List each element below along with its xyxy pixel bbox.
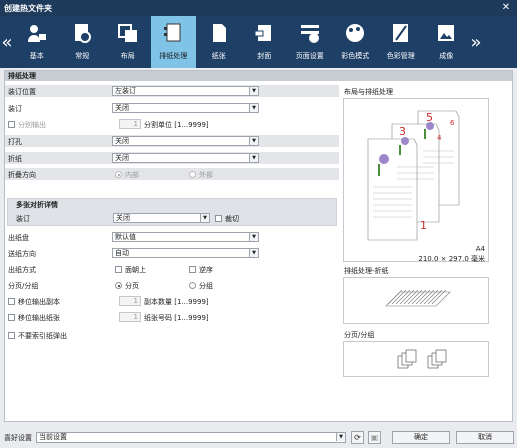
no-tab-eject-row: 不要索引纸弹出 [5, 329, 339, 341]
close-icon[interactable]: ✕ [499, 1, 513, 15]
staple-select[interactable]: 关闭 ▼ [112, 103, 259, 113]
punch-row: 打孔 关闭 ▼ [5, 135, 339, 147]
shift-copies-checkbox[interactable] [8, 298, 15, 305]
chevron-down-icon: ▼ [249, 233, 258, 241]
page-number: 3 [399, 125, 406, 138]
tab-bar: « 基本 常规 布局 排纸处理 纸张 封面 页面设置 彩色模式 色彩管理 成像 … [0, 16, 517, 68]
shift-copies-spinner[interactable]: 1 [119, 296, 141, 306]
gear-document-icon [75, 24, 92, 43]
tab-general[interactable]: 常规 [60, 16, 106, 68]
output-tray-row: 出纸盘 默认值 ▼ [5, 231, 339, 243]
punch-select[interactable]: 关闭 ▼ [112, 136, 259, 146]
finishing-icon [164, 23, 181, 42]
user-lock-icon [27, 25, 46, 42]
sort-group-row: 分页/分组 分页 分组 [8, 282, 213, 290]
layout-preview: 5 3 1 6 4 A4 210.0 × 297.0 毫米 [343, 98, 489, 263]
face-up-checkbox[interactable] [115, 266, 122, 273]
offset-row: 分别输出 1 分割单位 [1...9999] [5, 118, 339, 130]
cancel-button[interactable]: 取消 [456, 431, 514, 444]
chevron-down-icon: ▼ [249, 154, 258, 162]
multi-fold-staple-select[interactable]: 关闭 ▼ [113, 213, 210, 223]
fold-row: 折纸 关闭 ▼ [5, 152, 339, 164]
collate-illustration [397, 349, 447, 369]
page-number: 6 [450, 119, 455, 127]
offset-checkbox[interactable] [8, 121, 15, 128]
chevron-down-icon: ▼ [336, 433, 345, 441]
fold-preview [343, 277, 489, 324]
tab-layout[interactable]: 布局 [105, 16, 151, 68]
footer-bar: 喜好设置 当前设置 ▼ ⟳ ▣ 确定 取消 [0, 424, 517, 448]
tab-page-setup[interactable]: 页面设置 [287, 16, 333, 68]
trim-checkbox[interactable] [215, 215, 222, 222]
feed-direction-select[interactable]: 自动 ▼ [112, 248, 259, 258]
tab-color-mode[interactable]: 彩色模式 [333, 16, 379, 68]
page-number: 4 [437, 134, 442, 142]
binding-position-select[interactable]: 左装订 ▼ [112, 86, 259, 96]
refresh-icon[interactable]: ⟳ [351, 431, 364, 444]
page-number: 1 [420, 219, 427, 232]
fold-select[interactable]: 关闭 ▼ [112, 153, 259, 163]
finishing-panel: 排纸处理 装订位置 左装订 ▼ 装订 关闭 ▼ 分别输出 1 分割单位 [1...9… [4, 70, 513, 422]
window-titlebar: 创建热文件夹 ✕ [0, 0, 517, 16]
paper-icon [212, 24, 226, 42]
scroll-right-icon[interactable]: » [469, 16, 483, 68]
tab-color-management[interactable]: 色彩管理 [378, 16, 424, 68]
group-radio[interactable] [189, 282, 196, 289]
chevron-down-icon: ▼ [200, 214, 209, 222]
shift-sheets-checkbox[interactable] [8, 314, 15, 321]
preview-pane: 布局与排纸处理 5 3 1 6 4 A4 210.0 × 297.0 毫米 排纸… [343, 81, 511, 421]
feed-direction-row: 送纸方向 自动 ▼ [5, 247, 339, 259]
staple-row: 装订 关闭 ▼ [5, 102, 339, 114]
fold-outside-radio[interactable] [189, 171, 196, 178]
offset-spinner[interactable]: 1 [119, 119, 141, 129]
window-title: 创建热文件夹 [4, 3, 52, 13]
chevron-down-icon: ▼ [249, 87, 258, 95]
imaging-icon [438, 25, 455, 41]
sort-radio[interactable] [115, 282, 122, 289]
fold-inside-radio[interactable] [115, 171, 122, 178]
layout-icon [117, 24, 137, 42]
settings-form: 装订位置 左装订 ▼ 装订 关闭 ▼ 分别输出 1 分割单位 [1...9999] … [5, 81, 339, 421]
chevron-down-icon: ▼ [249, 137, 258, 145]
palette-icon [346, 24, 365, 42]
fold-illustration [385, 289, 451, 307]
chevron-down-icon: ▼ [249, 249, 258, 257]
no-tab-eject-checkbox[interactable] [8, 332, 15, 339]
shift-sheets-spinner[interactable]: 1 [119, 312, 141, 322]
chevron-down-icon: ▼ [249, 104, 258, 112]
reverse-order-checkbox[interactable] [189, 266, 196, 273]
save-icon[interactable]: ▣ [368, 431, 381, 444]
multi-fold-group: 多张对折详情 装订 关闭 ▼ 裁切 [7, 198, 337, 226]
ok-button[interactable]: 确定 [392, 431, 450, 444]
page-number: 5 [426, 111, 433, 124]
page-setup-icon [300, 25, 319, 43]
page-stack-illustration: 5 3 1 6 4 [367, 110, 460, 241]
color-management-icon [392, 24, 408, 42]
cover-icon [254, 25, 272, 41]
tab-paper[interactable]: 纸张 [196, 16, 242, 68]
output-tray-select[interactable]: 默认值 ▼ [112, 232, 259, 242]
tab-finishing[interactable]: 排纸处理 [150, 16, 196, 68]
shift-copies-row: 移位输出副本 1 副本数量 [1...9999] [5, 295, 339, 307]
binding-position-row: 装订位置 左装订 ▼ [5, 85, 339, 97]
tab-basic[interactable]: 基本 [14, 16, 60, 68]
favorites-select[interactable]: 当前设置 ▼ [36, 432, 346, 443]
sort-preview [343, 341, 489, 377]
tab-imaging[interactable]: 成像 [424, 16, 470, 68]
tab-cover[interactable]: 封面 [242, 16, 288, 68]
shift-sheets-row: 移位输出纸张 1 纸张号码 [1...9999] [5, 311, 339, 323]
section-title: 排纸处理 [5, 71, 512, 81]
fold-direction-row: 折叠方向 内部 外部 [5, 168, 339, 180]
output-method-row: 出纸方式 面朝上 逆序 [8, 266, 213, 274]
scroll-left-icon[interactable]: « [0, 16, 14, 68]
